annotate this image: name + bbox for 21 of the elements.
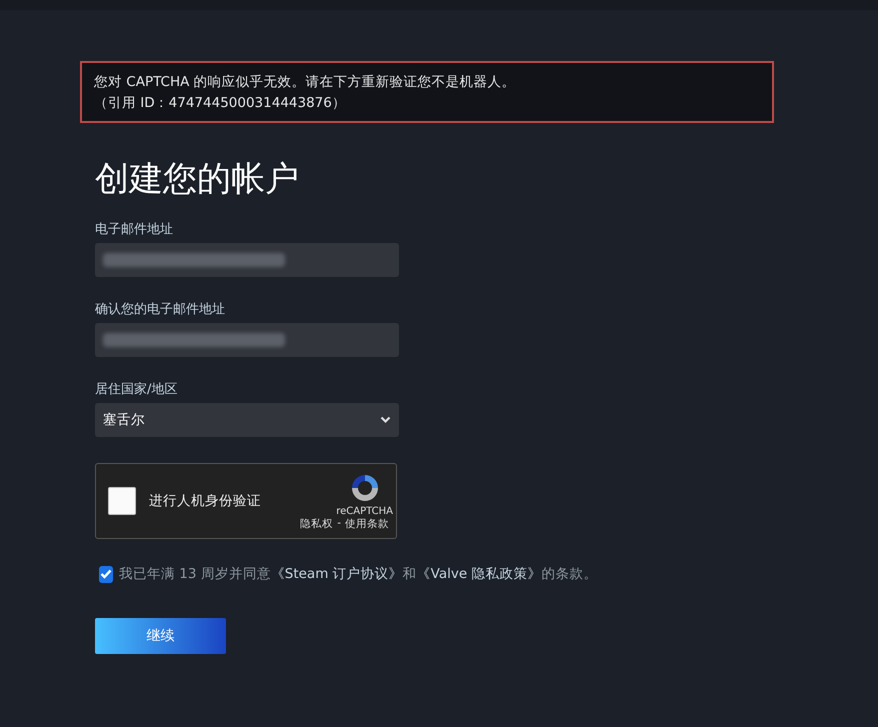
terms-link[interactable]: 《Valve 隐私政策》 <box>416 566 542 582</box>
recaptcha-brand: reCAPTCHA <box>336 506 393 517</box>
terms-link[interactable]: 《Steam 订户协议》 <box>270 566 403 582</box>
input-field[interactable] <box>95 243 399 277</box>
field-label: 确认您的电子邮件地址 <box>95 301 226 319</box>
captcha-link[interactable]: 使用条款 <box>345 517 390 531</box>
field-label: 居住国家/地区 <box>95 381 178 399</box>
agreement-text: 我已年满 13 周岁并同意《Steam 订户协议》和《Valve 隐私政策》的条款。 <box>119 565 598 583</box>
captcha-label: 进行人机身份验证 <box>149 492 261 510</box>
error-message: 您对 CAPTCHA 的响应似乎无效。请在下方重新验证您不是机器人。 <box>94 73 517 92</box>
input-field[interactable] <box>95 323 399 357</box>
captcha-checkbox[interactable] <box>108 487 136 515</box>
continue-button[interactable]: 继续 <box>95 618 226 654</box>
chevron-icon <box>380 416 391 424</box>
separator: - <box>337 517 342 531</box>
field-label: 电子邮件地址 <box>95 221 174 239</box>
agreement-checkbox[interactable] <box>99 566 113 582</box>
error-message: （引用 ID：4747445000314443876） <box>94 94 347 113</box>
captcha-link[interactable]: 隐私权 <box>300 517 334 531</box>
page-heading: 创建您的帐户 <box>95 158 300 201</box>
country-dropdown[interactable]: 塞舌尔 <box>95 403 399 437</box>
